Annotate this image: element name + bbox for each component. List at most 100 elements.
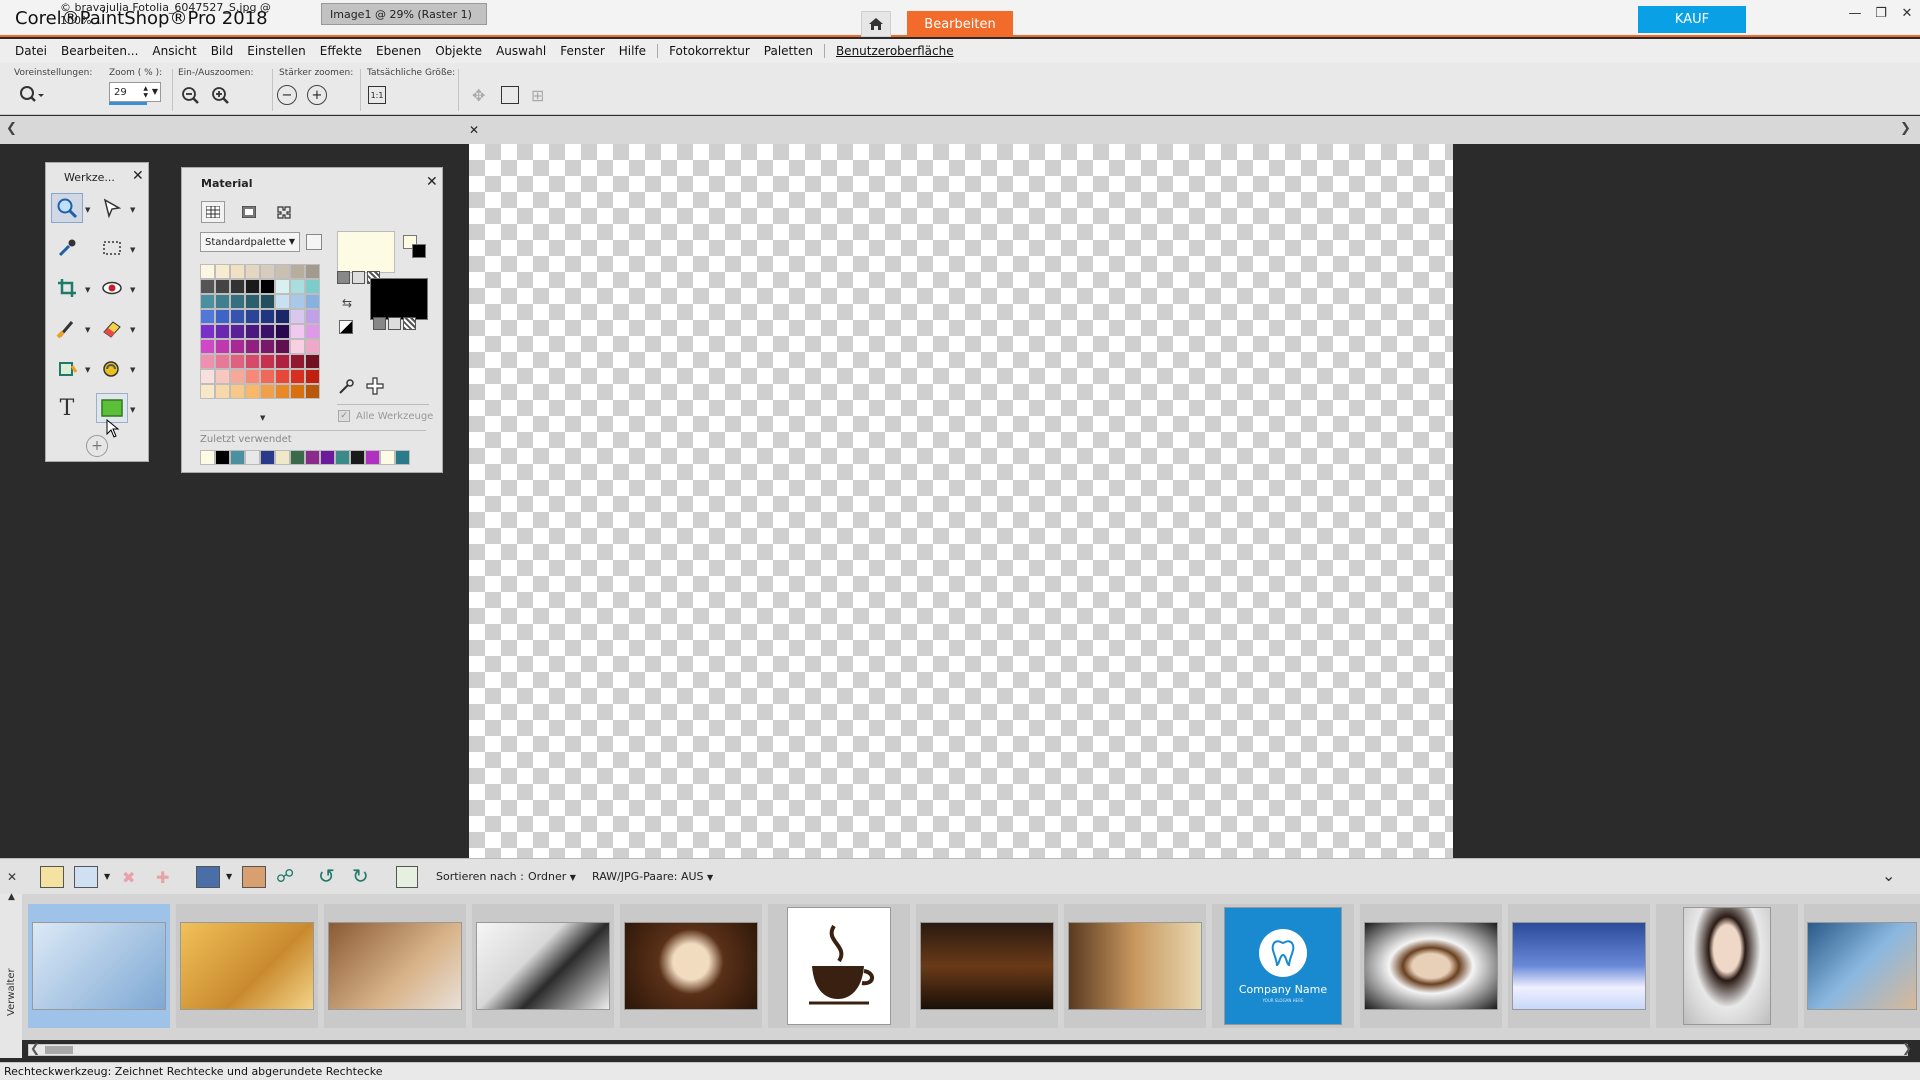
add-tool-icon[interactable]: + [86, 435, 108, 457]
fit-window-icon[interactable] [501, 86, 519, 104]
list-view-icon[interactable] [74, 866, 98, 888]
add-swatch-button[interactable] [365, 376, 385, 399]
flyout-arrow-icon[interactable]: ▼ [85, 286, 90, 294]
recent-color-swatch[interactable] [320, 450, 335, 465]
color-swatch[interactable] [215, 369, 230, 384]
color-swatch[interactable] [275, 354, 290, 369]
color-swatch[interactable] [305, 324, 320, 339]
swap-colors-icon[interactable]: ⇆ [342, 296, 352, 310]
people-icon[interactable] [196, 866, 220, 888]
menu-effects[interactable]: Effekte [313, 44, 369, 58]
close-icon[interactable]: ✕ [426, 174, 438, 190]
color-swatch[interactable] [290, 279, 305, 294]
thumbnail[interactable] [1360, 904, 1502, 1028]
close-icon[interactable]: ✕ [1894, 3, 1920, 23]
zoom-slider[interactable] [109, 102, 147, 105]
color-style-icon[interactable] [373, 317, 386, 330]
default-bg-mini-swatch[interactable] [412, 244, 426, 258]
rotate-left-icon[interactable]: ↺ [318, 864, 335, 888]
color-swatch[interactable] [275, 309, 290, 324]
thumbnail[interactable] [1656, 904, 1798, 1028]
color-swatch[interactable] [230, 384, 245, 399]
thumbnail[interactable] [1804, 904, 1920, 1028]
folder-browse-icon[interactable] [40, 866, 64, 888]
color-swatch[interactable] [230, 264, 245, 279]
color-swatch[interactable] [260, 264, 275, 279]
frame-tab[interactable] [201, 201, 225, 223]
color-swatch[interactable] [200, 384, 215, 399]
color-swatch[interactable] [260, 279, 275, 294]
recent-color-swatch[interactable] [350, 450, 365, 465]
thumbnail[interactable] [1064, 904, 1206, 1028]
color-swatch-grid[interactable] [200, 264, 320, 399]
zoom-out-button[interactable] [180, 85, 202, 108]
menu-adjust[interactable]: Einstellen [240, 44, 313, 58]
recent-color-swatch[interactable] [230, 450, 245, 465]
pin-icon[interactable]: ▲ [8, 892, 15, 902]
tab-image1[interactable]: Image1 @ 29% (Raster 1) [321, 3, 487, 25]
thumbnail[interactable] [768, 904, 910, 1028]
minimize-icon[interactable]: — [1842, 3, 1868, 23]
fit-screen-icon[interactable]: ⊞ [531, 86, 544, 105]
recent-color-swatch[interactable] [305, 450, 320, 465]
color-swatch[interactable] [275, 369, 290, 384]
color-swatch[interactable] [215, 309, 230, 324]
presets-dropdown[interactable] [18, 83, 46, 105]
dodge-tool[interactable] [96, 353, 128, 383]
color-swatch[interactable] [215, 279, 230, 294]
collapse-organizer-icon[interactable]: ⌄ [1882, 866, 1895, 885]
color-swatch[interactable] [245, 264, 260, 279]
color-swatch[interactable] [275, 324, 290, 339]
recent-color-swatch[interactable] [275, 450, 290, 465]
color-swatch[interactable] [290, 354, 305, 369]
reset-colors-icon[interactable] [339, 320, 353, 334]
color-swatch[interactable] [245, 354, 260, 369]
color-swatch[interactable] [260, 324, 275, 339]
color-swatch[interactable] [230, 309, 245, 324]
scroll-right-icon[interactable]: ❯ [1902, 1041, 1912, 1055]
menu-help[interactable]: Hilfe [612, 44, 653, 58]
color-swatch[interactable] [290, 369, 305, 384]
menu-window[interactable]: Fenster [553, 44, 612, 58]
recent-color-swatch[interactable] [200, 450, 215, 465]
menu-objects[interactable]: Objekte [428, 44, 489, 58]
menu-file[interactable]: Datei [8, 44, 54, 58]
pattern-style-icon[interactable] [403, 317, 416, 330]
color-swatch[interactable] [230, 279, 245, 294]
tag-add-icon[interactable]: ✚ [156, 868, 169, 887]
thumbnail[interactable]: Company Name YOUR SLOGAN HERE [1212, 904, 1354, 1028]
color-swatch[interactable] [305, 294, 320, 309]
color-swatch[interactable] [230, 294, 245, 309]
color-swatch[interactable] [245, 369, 260, 384]
color-swatch[interactable] [200, 369, 215, 384]
color-swatch[interactable] [260, 369, 275, 384]
color-swatch[interactable] [305, 339, 320, 354]
color-swatch[interactable] [275, 294, 290, 309]
share-icon[interactable]: ☍ [276, 866, 294, 887]
color-swatch[interactable] [290, 264, 305, 279]
restore-icon[interactable]: ❐ [1868, 3, 1894, 23]
color-swatch[interactable] [305, 279, 320, 294]
color-swatch[interactable] [230, 354, 245, 369]
color-swatch[interactable] [245, 324, 260, 339]
menu-palettes[interactable]: Paletten [757, 44, 820, 58]
recent-color-swatch[interactable] [335, 450, 350, 465]
color-swatch[interactable] [200, 294, 215, 309]
color-swatch[interactable] [305, 309, 320, 324]
color-swatch[interactable] [200, 279, 215, 294]
chevron-down-icon[interactable]: ▼ [226, 872, 232, 881]
chevron-down-icon[interactable]: ▼ [104, 872, 110, 881]
palette-select[interactable]: Standardpalette ▼ [200, 232, 300, 252]
zoom-dropdown-icon[interactable]: ▼ [152, 87, 158, 96]
background-color-swatch[interactable] [370, 278, 428, 320]
menu-layers[interactable]: Ebenen [369, 44, 428, 58]
gradient-style-icon[interactable] [352, 271, 365, 284]
recent-color-swatch[interactable] [290, 450, 305, 465]
color-swatch[interactable] [260, 384, 275, 399]
all-tools-checkbox[interactable]: ✓ [338, 410, 350, 422]
color-swatch[interactable] [215, 384, 230, 399]
paintbrush-tool[interactable] [51, 313, 83, 343]
recent-color-swatch[interactable] [365, 450, 380, 465]
color-swatch[interactable] [245, 384, 260, 399]
color-swatch[interactable] [275, 339, 290, 354]
